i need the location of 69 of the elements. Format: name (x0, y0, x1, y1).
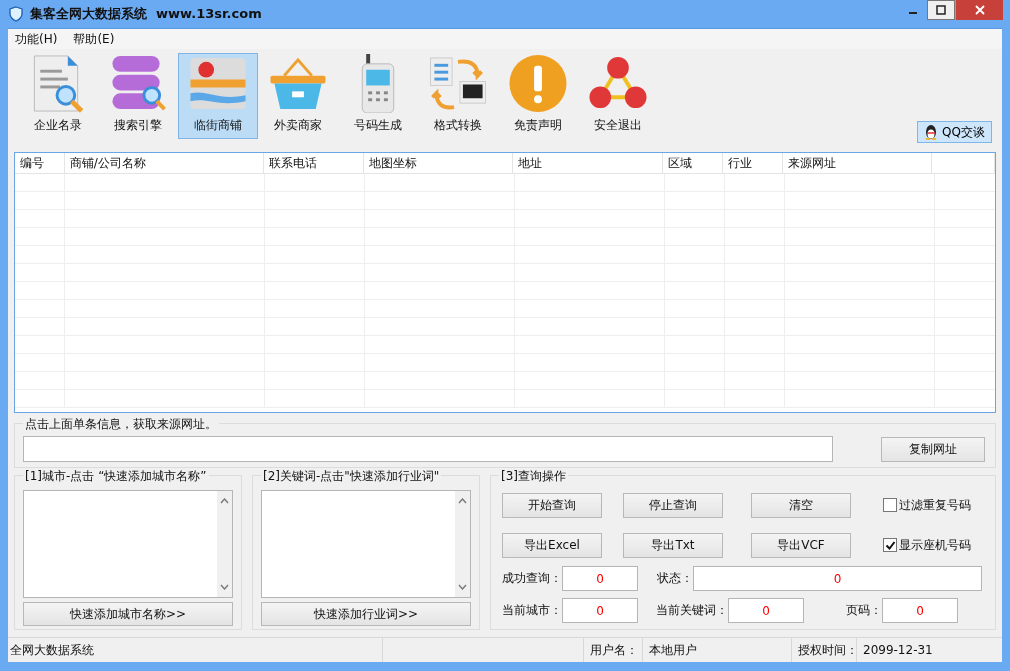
shield-icon (8, 6, 24, 22)
field-label: 当前城市： (502, 602, 562, 619)
column-header: 商铺/公司名称 (64, 153, 265, 173)
close-icon (974, 5, 985, 15)
value-field: 0 (562, 598, 638, 623)
list-box[interactable] (261, 490, 471, 598)
action-button[interactable]: 导出VCF (751, 532, 851, 558)
quick-add-button[interactable]: 快速添加城市名称>> (23, 602, 233, 626)
list-box[interactable] (23, 490, 233, 598)
window-title: 集客全网大数据系统 www.13sr.com (30, 5, 262, 23)
toolbar-button[interactable]: 免责声明 (498, 53, 578, 139)
menu-item[interactable]: 帮助(E) (73, 30, 115, 48)
toolbar-button[interactable]: 企业名录 (18, 53, 98, 139)
toolbar-button[interactable]: 搜索引擎 (98, 53, 178, 139)
group-title: [2]关键词-点击"快速添加行业词" (261, 468, 442, 484)
checkbox[interactable] (883, 498, 897, 512)
scroll-down-icon[interactable] (458, 584, 467, 590)
value-field: 0 (562, 566, 638, 591)
column-header: 区域 (663, 153, 723, 173)
column-header: 编号 (15, 153, 65, 173)
column-header: 来源网址 (782, 153, 933, 173)
toolbar-button[interactable]: 安全退出 (578, 53, 658, 139)
toolbar-button[interactable]: 外卖商家 (258, 53, 338, 139)
value-field: 0 (728, 598, 804, 623)
value-field: 0 (882, 598, 958, 623)
toolbar-button[interactable]: 临街商铺 (178, 53, 258, 139)
group-title: [1]城市-点击 “快速添加城市名称” (23, 468, 209, 484)
action-button[interactable]: 停止查询 (623, 492, 723, 518)
copy-url-button[interactable]: 复制网址 (881, 436, 985, 462)
field-label: 当前关键词： (656, 602, 728, 619)
action-button[interactable]: 导出Txt (623, 532, 723, 558)
status-text: 全网大数据系统 (8, 638, 383, 662)
column-header: 行业 (722, 153, 783, 173)
column-header: 地址 (513, 153, 663, 173)
scroll-up-icon[interactable] (220, 498, 229, 504)
status-text: 本地用户 (643, 638, 792, 662)
scroll-down-icon[interactable] (220, 584, 229, 590)
field-label: 页码： (846, 602, 882, 619)
scrollbar[interactable] (217, 491, 232, 597)
penguin-icon (924, 124, 939, 140)
action-button[interactable]: 开始查询 (502, 492, 602, 518)
checkbox-label: 过滤重复号码 (899, 496, 971, 514)
menu-item[interactable]: 功能(H) (15, 30, 58, 48)
column-header: 地图坐标 (363, 153, 514, 173)
toolbar-button[interactable]: 格式转换 (418, 53, 498, 139)
maximize-icon (936, 5, 946, 15)
action-button[interactable]: 导出Excel (502, 532, 602, 558)
group-title: 点击上面单条信息，获取来源网址。 (23, 416, 219, 432)
field-label: 状态： (657, 570, 693, 587)
quick-add-button[interactable]: 快速添加行业词>> (261, 602, 471, 626)
scrollbar[interactable] (455, 491, 470, 597)
status-text: 2099-12-31 (862, 642, 934, 659)
field-label: 成功查询： (502, 570, 562, 587)
scroll-up-icon[interactable] (458, 498, 467, 504)
minimize-icon (909, 12, 917, 14)
status-label: 用户名： (584, 638, 643, 662)
status-label: 授权时间： (792, 638, 857, 662)
close-button[interactable] (956, 0, 1003, 20)
value-field: 0 (693, 566, 982, 591)
exclamation-icon (508, 54, 568, 113)
toolbar-button[interactable]: 号码生成 (338, 53, 418, 139)
url-field[interactable] (23, 436, 833, 462)
group-title: [3]查询操作 (499, 468, 568, 484)
column-header: 联系电话 (264, 153, 364, 173)
checkbox[interactable] (883, 538, 897, 552)
checkbox-label: 显示座机号码 (899, 536, 971, 554)
maximize-button[interactable] (927, 0, 955, 20)
qq-chat-button[interactable]: QQ交谈 (917, 121, 992, 143)
action-button[interactable]: 清空 (751, 492, 851, 518)
